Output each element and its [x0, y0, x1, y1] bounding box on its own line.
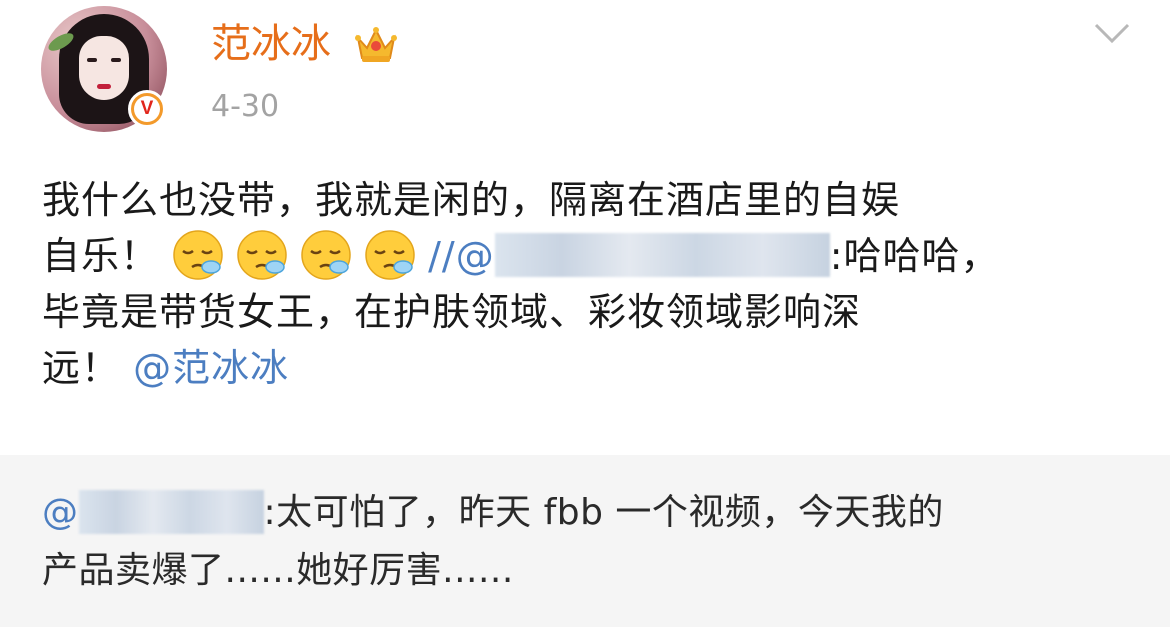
- repost-chain-marker[interactable]: //@: [428, 234, 495, 278]
- sleepy-emoji-icon: [365, 230, 415, 280]
- username[interactable]: 范冰冰: [211, 14, 331, 74]
- post-text-line: 自乐！ //@:哈哈哈，: [42, 228, 1132, 284]
- repost-text-line: 产品卖爆了......她好厉害......: [42, 550, 514, 591]
- sleepy-emoji-icon: [173, 230, 223, 280]
- post-text-line: 我什么也没带，我就是闲的，隔离在酒店里的自娱: [42, 178, 901, 222]
- repost-text-segment: :太可怕了，昨天 fbb 一个视频，今天我的: [263, 492, 944, 533]
- post-text-segment: :哈哈哈，: [829, 234, 1000, 278]
- repost-text-line: @ :太可怕了，昨天 fbb 一个视频，今天我的: [42, 484, 1132, 542]
- post-body: 我什么也没带，我就是闲的，隔离在酒店里的自娱 自乐！ //@:哈哈哈， 毕竟是…: [42, 172, 1132, 396]
- repost-mention-link[interactable]: @: [42, 492, 79, 533]
- sleepy-emoji-icon: [301, 230, 351, 280]
- repost-body: @ :太可怕了，昨天 fbb 一个视频，今天我的 产品卖爆了......她好厉害.…: [42, 484, 1132, 600]
- verified-badge-icon: V: [128, 90, 166, 128]
- sleepy-emoji-icon: [237, 230, 287, 280]
- crown-icon: [355, 27, 397, 62]
- chevron-down-icon[interactable]: [1094, 22, 1130, 44]
- blurred-username: [78, 490, 264, 534]
- blurred-username: [494, 233, 830, 277]
- weibo-post: V 范冰冰 4-30 我什么也没带，我就是闲的，隔离在酒店里的自娱 自乐！ //…: [0, 0, 1170, 455]
- post-text-segment: 远！: [42, 346, 121, 390]
- mention-link[interactable]: @范冰冰: [133, 346, 289, 390]
- post-text-line: 毕竟是带货女王，在护肤领域、彩妆领域影响深: [42, 290, 862, 334]
- post-text-line: 远！ @范冰冰: [42, 340, 1132, 396]
- post-date: 4-30: [211, 89, 280, 124]
- post-text-segment: 自乐！: [42, 234, 160, 278]
